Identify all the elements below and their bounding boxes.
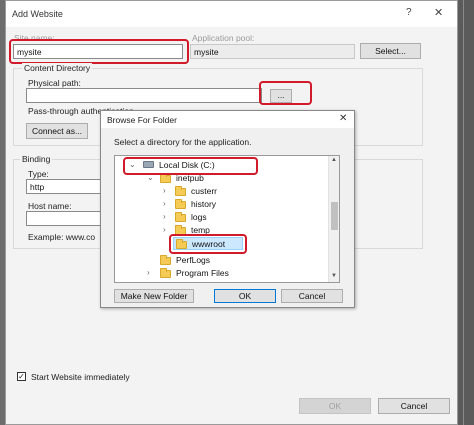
type-select[interactable]: http: [26, 179, 101, 194]
tree-item-custerr[interactable]: › custerr: [115, 186, 327, 197]
folder-icon: [160, 268, 171, 278]
browse-ok-button[interactable]: OK: [214, 289, 276, 303]
host-name-input[interactable]: [26, 211, 104, 226]
browse-for-folder-dialog: Browse For Folder ✕ Select a directory f…: [100, 110, 355, 308]
dialog-title: Add Website: [12, 9, 63, 19]
tree-item-program-files[interactable]: › Program Files: [115, 268, 327, 279]
connect-as-button[interactable]: Connect as...: [26, 123, 88, 139]
chevron-right-icon[interactable]: ›: [147, 268, 150, 277]
example-label: Example: www.co: [28, 232, 96, 242]
scroll-down-icon[interactable]: ▼: [331, 273, 337, 279]
start-website-label: Start Website immediately: [31, 372, 130, 382]
folder-icon: [160, 255, 171, 265]
title-bar: Add Website ? ✕: [6, 1, 457, 27]
browse-title-bar: Browse For Folder ✕: [101, 111, 354, 128]
content-directory-label: Content Directory: [22, 63, 93, 73]
physical-path-input[interactable]: [26, 88, 262, 103]
app-pool-field: mysite: [190, 44, 355, 59]
chevron-right-icon[interactable]: ›: [163, 225, 166, 234]
folder-icon: [175, 186, 186, 196]
wwwroot-highlight: [169, 234, 247, 254]
cancel-button[interactable]: Cancel: [378, 398, 450, 414]
start-website-checkbox[interactable]: ✓: [17, 372, 26, 381]
browse-dialog-title: Browse For Folder: [107, 115, 177, 125]
chevron-right-icon[interactable]: ›: [163, 186, 166, 195]
site-name-highlight: [9, 39, 189, 64]
ok-button[interactable]: OK: [299, 398, 371, 414]
folder-icon: [160, 173, 171, 183]
tree-item-perflogs[interactable]: PerfLogs: [115, 255, 327, 266]
tree-item-label: logs: [191, 212, 207, 222]
help-button[interactable]: ?: [406, 7, 412, 18]
chevron-right-icon[interactable]: ›: [163, 199, 166, 208]
browse-instruction: Select a directory for the application.: [114, 137, 252, 147]
type-label: Type:: [28, 169, 49, 179]
tree-item-label: custerr: [191, 186, 217, 196]
browse-cancel-button[interactable]: Cancel: [281, 289, 343, 303]
browse-button-highlight: [259, 81, 312, 105]
chevron-right-icon[interactable]: ›: [163, 212, 166, 221]
tree-scrollbar[interactable]: ▲ ▼: [328, 156, 339, 282]
binding-label: Binding: [20, 154, 53, 164]
app-pool-label: Application pool:: [192, 33, 255, 43]
make-new-folder-button[interactable]: Make New Folder: [114, 289, 194, 303]
folder-icon: [175, 212, 186, 222]
tree-item-history[interactable]: › history: [115, 199, 327, 210]
background-strip-right: [458, 0, 474, 425]
tree-item-label: history: [191, 199, 217, 209]
select-app-pool-button[interactable]: Select...: [360, 43, 421, 59]
browse-close-icon[interactable]: ✕: [339, 113, 347, 124]
physical-path-label: Physical path:: [28, 78, 81, 88]
scroll-up-icon[interactable]: ▲: [331, 157, 337, 163]
tree-item-label: Program Files: [176, 268, 229, 278]
scrollbar-thumb[interactable]: [331, 202, 338, 230]
close-icon[interactable]: ✕: [434, 6, 443, 19]
host-name-label: Host name:: [28, 201, 72, 211]
local-disk-highlight: [123, 157, 258, 175]
folder-icon: [175, 199, 186, 209]
tree-item-logs[interactable]: › logs: [115, 212, 327, 223]
tree-item-label: PerfLogs: [176, 255, 211, 265]
